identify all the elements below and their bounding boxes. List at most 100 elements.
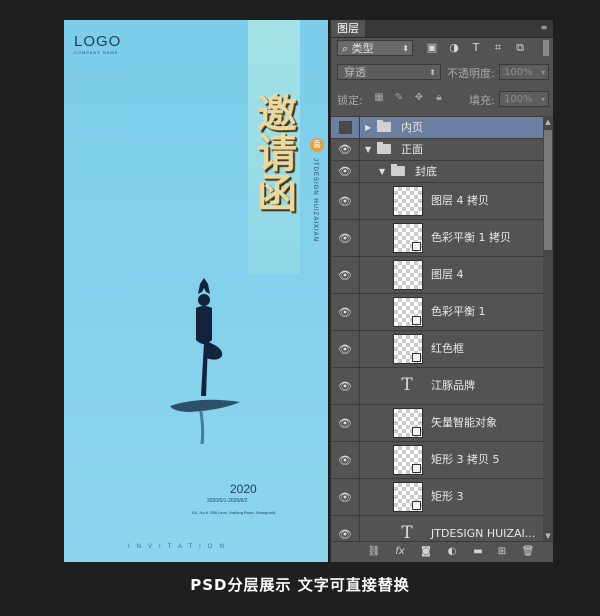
eye-icon[interactable]: 👁︎ (331, 220, 360, 256)
layer-group-front[interactable]: 👁︎ ▼ 正面 (331, 139, 543, 161)
pixel-filter-icon[interactable]: ▣ (425, 41, 439, 55)
layer-name: 江豚品牌 (431, 379, 475, 392)
layer-list: ▶ 内页 👁︎ ▼ 正面 👁︎ ▼ 封底 👁︎ 图层 4 拷贝 👁︎ 色彩平衡 … (331, 116, 543, 543)
smart-object-badge-icon (412, 316, 421, 325)
eye-icon[interactable]: 👁︎ (331, 405, 360, 441)
lock-all-icon[interactable]: 🔒︎ (433, 92, 445, 104)
expand-arrow-icon[interactable]: ▶ (365, 117, 371, 138)
layer-row[interactable]: 👁︎ 图层 4 (331, 257, 543, 294)
scroll-up-icon[interactable]: ▲ (543, 116, 553, 128)
eye-icon[interactable]: 👁︎ (331, 161, 360, 182)
yoga-silhouette (170, 278, 240, 445)
layer-name: 封底 (415, 165, 437, 178)
new-group-icon[interactable]: ▬ (471, 545, 485, 559)
layer-list-scrollbar[interactable]: ▲ ▼ (543, 116, 553, 542)
eye-icon[interactable]: 👁︎ (331, 294, 360, 330)
layer-thumbnail (393, 334, 423, 364)
fx-icon[interactable]: fx (393, 545, 407, 559)
layer-thumbnail (393, 260, 423, 290)
hidden-eye-box (338, 121, 352, 134)
fill-field[interactable]: 100% ▾ (499, 91, 549, 107)
layer-row[interactable]: 👁︎ 色彩平衡 1 (331, 294, 543, 331)
logo-subtext: COMPANY NAME (74, 50, 119, 55)
filter-row: ⌕ 类型 ⬍ ▣ ◑ T ⌗ ⧉ (335, 40, 549, 58)
eye-icon[interactable]: 👁︎ (331, 442, 360, 478)
caption-text: PSD分层展示 文字可直接替换 (190, 576, 410, 594)
text-filter-icon[interactable]: T (469, 41, 483, 55)
layer-row[interactable]: 👁︎ 矩形 3 拷贝 5 (331, 442, 543, 479)
eye-icon[interactable]: 👁︎ (331, 516, 360, 543)
trash-icon[interactable]: 🗑︎ (521, 545, 535, 559)
layer-name: 矩形 3 (431, 490, 464, 503)
lock-move-icon[interactable]: ✥ (413, 92, 425, 104)
text-layer-icon: T (401, 375, 413, 395)
visibility-toggle[interactable] (331, 117, 360, 138)
blend-mode-select[interactable]: 穿透 ⬍ (337, 64, 441, 80)
layer-row[interactable]: 👁︎ T JTDESIGN HUIZAI... (331, 516, 543, 543)
layer-name: 图层 4 (431, 268, 464, 281)
layer-name: 色彩平衡 1 (431, 305, 486, 318)
tab-layers[interactable]: 图层 (331, 20, 365, 37)
eye-icon[interactable]: 👁︎ (331, 139, 360, 160)
layer-group-inner-pages[interactable]: ▶ 内页 (331, 117, 543, 139)
logo-text: LOGO (74, 33, 122, 50)
layer-name: 矩形 3 拷贝 5 (431, 453, 500, 466)
layer-name: 图层 4 拷贝 (431, 194, 489, 207)
panel-menu-icon[interactable]: ≡ (539, 23, 549, 33)
vertical-brand-text: JTDESIGN HUIZAIXIAN (312, 158, 318, 243)
lock-brush-icon[interactable]: ✎ (393, 92, 405, 104)
layer-row[interactable]: 👁︎ 红色框 (331, 331, 543, 368)
lock-row: 锁定: ▦ ✎ ✥ 🔒︎ 填充: 100% ▾ (335, 91, 549, 109)
blend-row: 穿透 ⬍ 不透明度: 100% ▾ (335, 64, 549, 82)
link-layers-icon[interactable]: ⛓︎ (367, 545, 381, 559)
eye-icon[interactable]: 👁︎ (331, 368, 360, 404)
layer-name: 色彩平衡 1 拷贝 (431, 231, 511, 244)
lock-transparent-icon[interactable]: ▦ (373, 92, 385, 104)
invitation-text: INVITATION (128, 544, 231, 550)
eye-icon[interactable]: 👁︎ (331, 183, 360, 219)
eye-icon[interactable]: 👁︎ (331, 479, 360, 515)
scroll-thumb[interactable] (544, 130, 552, 250)
chevron-updown-icon: ⬍ (429, 68, 436, 77)
filter-kind-label: 类型 (351, 42, 374, 55)
layer-row[interactable]: 👁︎ 矢量智能对象 (331, 405, 543, 442)
opacity-field[interactable]: 100% ▾ (499, 64, 549, 80)
layer-row[interactable]: 👁︎ 图层 4 拷贝 (331, 183, 543, 220)
search-icon: ⌕ (342, 42, 349, 55)
layer-mask-icon[interactable]: ◙ (419, 545, 433, 559)
shape-badge-icon (412, 464, 421, 473)
layer-thumbnail (393, 445, 423, 475)
layer-row[interactable]: 👁︎ 矩形 3 (331, 479, 543, 516)
layer-thumbnail (393, 223, 423, 253)
adjustment-layer-icon[interactable]: ◐ (445, 545, 459, 559)
shape-filter-icon[interactable]: ⌗ (491, 41, 505, 55)
smart-object-badge-icon (412, 427, 421, 436)
layer-name: 矢量智能对象 (431, 416, 497, 429)
chevron-down-icon: ▾ (540, 68, 545, 77)
eye-icon[interactable]: 👁︎ (331, 257, 360, 293)
calligraphy-char: 请 (257, 130, 297, 177)
smart-object-badge-icon (412, 242, 421, 251)
smart-object-filter-icon[interactable]: ⧉ (513, 41, 527, 55)
filter-kind-select[interactable]: ⌕ 类型 ⬍ (337, 40, 413, 56)
text-layer-icon: T (401, 523, 413, 543)
layer-name: 正面 (401, 143, 423, 156)
layer-thumbnail (393, 408, 423, 438)
layer-row[interactable]: 👁︎ T 江豚品牌 (331, 368, 543, 405)
filter-toggle[interactable] (543, 40, 549, 56)
folder-icon (377, 142, 391, 154)
layer-row[interactable]: 👁︎ 色彩平衡 1 拷贝 (331, 220, 543, 257)
adjustment-filter-icon[interactable]: ◑ (447, 41, 461, 55)
fill-value: 100% (504, 94, 533, 105)
collapse-arrow-icon[interactable]: ▼ (365, 139, 371, 160)
blend-mode-value: 穿透 (344, 66, 366, 79)
collapse-arrow-icon[interactable]: ▼ (379, 161, 385, 182)
layer-name: 内页 (401, 121, 423, 134)
calligraphy-title: 邀 请 函 (242, 94, 312, 214)
eye-icon[interactable]: 👁︎ (331, 331, 360, 367)
new-layer-icon[interactable]: ⊞ (495, 545, 509, 559)
opacity-value: 100% (504, 67, 533, 78)
opacity-label: 不透明度: (447, 67, 495, 80)
layer-group-back-cover[interactable]: 👁︎ ▼ 封底 (331, 161, 543, 183)
seal-stamp: 喜 (310, 138, 324, 152)
